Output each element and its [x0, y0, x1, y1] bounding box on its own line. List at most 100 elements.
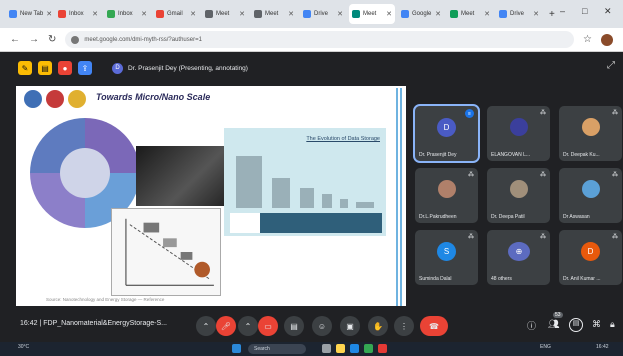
language-indicator[interactable]: ENG — [540, 344, 551, 350]
tab-label: Inbox — [69, 11, 84, 17]
storage-capacity-table — [230, 213, 382, 233]
mic-off-button[interactable]: 🎤︎ — [216, 316, 236, 336]
participant-tile[interactable]: ⊕ ⁂ 48 others — [487, 230, 550, 285]
tab-favicon-icon — [450, 10, 458, 18]
browser-tab[interactable]: Inbox ✕ — [55, 4, 101, 24]
camera-chevron-icon[interactable]: ⌃ — [238, 316, 258, 336]
participant-tile[interactable]: ⁂ Dr.L.Pakrudheen — [415, 168, 478, 223]
meeting-name: FDP_Nanomaterial&EnergyStorage-S... — [43, 320, 167, 327]
participant-photo — [438, 180, 456, 198]
pen-icon[interactable]: ▤ — [38, 61, 52, 75]
muted-mic-icon: ⁂ — [612, 110, 618, 116]
star-icon[interactable]: ☆ — [583, 34, 592, 45]
people-count-badge: 53 — [553, 312, 563, 318]
tab-close-icon[interactable]: ✕ — [190, 10, 196, 18]
captions-button[interactable]: ▤ — [284, 316, 304, 336]
storage-device-1 — [236, 156, 262, 208]
more-options-button[interactable]: ⋮ — [394, 316, 414, 336]
edge-icon[interactable] — [350, 344, 359, 353]
explorer-icon[interactable] — [336, 344, 345, 353]
participant-name: Dr. Prasenjit Dey — [419, 152, 457, 158]
meeting-time: 16:42 — [20, 320, 38, 327]
tab-favicon-icon — [58, 10, 66, 18]
reload-icon[interactable]: ↻ — [48, 34, 56, 45]
browser-tab[interactable]: Google ✕ — [398, 4, 444, 24]
shared-slide: Towards Micro/Nano Scale The Evolution o… — [16, 86, 406, 306]
slide-footer: Source: Nanotechnology and Energy Storag… — [46, 297, 165, 302]
browser-tab[interactable]: Meet ✕ — [251, 4, 297, 24]
participant-name: Suminda Dalal — [419, 276, 452, 282]
meeting-separator: | — [39, 320, 42, 327]
browser-tab[interactable]: Gmail ✕ — [153, 4, 199, 24]
forward-icon[interactable]: → — [29, 34, 39, 45]
muted-mic-icon: ⁂ — [540, 172, 546, 178]
new-tab-button[interactable]: + — [549, 9, 555, 20]
tab-favicon-icon — [205, 10, 213, 18]
maximize-button[interactable]: □ — [582, 6, 587, 16]
chrome-icon[interactable] — [364, 344, 373, 353]
captions-chevron-icon[interactable]: ⌃ — [196, 316, 216, 336]
back-icon[interactable]: ← — [10, 34, 20, 45]
browser-tab[interactable]: Meet ✕ — [349, 4, 395, 24]
browser-tab[interactable]: Drive ✕ — [496, 4, 542, 24]
weather-widget[interactable]: 30°C — [18, 344, 29, 350]
tab-label: Gmail — [167, 11, 183, 17]
tab-close-icon[interactable]: ✕ — [141, 10, 147, 18]
fullscreen-icon[interactable]: ⤢ — [607, 60, 615, 71]
miniaturization-graph — [111, 208, 221, 296]
start-icon[interactable] — [232, 344, 241, 353]
participant-tile[interactable]: ⁂ ELANGOVAN L... — [487, 106, 550, 161]
browser-tab[interactable]: Meet ✕ — [447, 4, 493, 24]
taskbar-search[interactable]: Search — [248, 344, 306, 354]
participant-avatar: S — [437, 242, 456, 261]
site-info-icon[interactable] — [71, 35, 80, 44]
share-icon[interactable]: ⇪ — [78, 61, 92, 75]
tab-close-icon[interactable]: ✕ — [239, 10, 245, 18]
participant-name: Dr. Deepa Patil — [491, 214, 525, 220]
storage-device-5 — [340, 199, 348, 208]
profile-avatar[interactable] — [601, 33, 613, 46]
minimize-button[interactable]: – — [560, 6, 565, 16]
tab-close-icon[interactable]: ✕ — [288, 10, 294, 18]
participant-tile[interactable]: ⁂ Dr. Deepak Ku... — [559, 106, 622, 161]
people-icon[interactable]: 👥︎ — [548, 319, 559, 330]
tab-close-icon[interactable]: ✕ — [533, 10, 539, 18]
tab-label: Inbox — [118, 11, 133, 17]
participant-name: ELANGOVAN L... — [491, 152, 531, 158]
record-icon[interactable]: ● — [58, 61, 72, 75]
browser-tab[interactable]: Drive ✕ — [300, 4, 346, 24]
tab-close-icon[interactable]: ✕ — [46, 10, 52, 18]
participant-tile[interactable]: D ≡ Dr. Prasenjit Dey — [413, 104, 480, 163]
browser-tab[interactable]: Meet ✕ — [202, 4, 248, 24]
browser-tab[interactable]: New Tab ✕ — [6, 4, 52, 24]
taskview-icon[interactable] — [322, 344, 331, 353]
taskbar-clock[interactable]: 16:42 — [596, 344, 609, 350]
participant-tile[interactable]: ⁂ Dr Aswasan — [559, 168, 622, 223]
participant-tile[interactable]: S ⁂ Suminda Dalal — [415, 230, 478, 285]
logo-1-icon — [24, 90, 42, 108]
participant-tile[interactable]: ⁂ Dr. Deepa Patil — [487, 168, 550, 223]
close-window-button[interactable]: ✕ — [604, 6, 612, 17]
camera-off-button[interactable]: ▭ — [258, 316, 278, 336]
tab-close-icon[interactable]: ✕ — [92, 10, 98, 18]
info-icon[interactable]: ⓘ — [527, 319, 536, 332]
tab-close-icon[interactable]: ✕ — [337, 10, 343, 18]
annotate-icon[interactable]: ✎ — [18, 61, 32, 75]
leave-call-button[interactable]: ☎ — [420, 316, 448, 336]
tab-close-icon[interactable]: ✕ — [484, 10, 490, 18]
tab-close-icon[interactable]: ✕ — [386, 10, 392, 18]
url-input[interactable]: meet.google.com/dmi-myth-rss/?authuser=1 — [65, 31, 575, 48]
emoji-button[interactable]: ☺ — [312, 316, 332, 336]
participant-tile[interactable]: D ⁂ Dr. Anil Kumar ... — [559, 230, 622, 285]
browser-tab[interactable]: Inbox ✕ — [104, 4, 150, 24]
raise-hand-button[interactable]: ✋ — [368, 316, 388, 336]
activities-icon[interactable]: ⌘ — [592, 319, 601, 330]
chat-icon[interactable]: ▤ — [569, 318, 583, 332]
tab-label: Drive — [510, 11, 525, 17]
presenting-indicator: D Dr. Prasenjit Dey (Presenting, annotat… — [112, 62, 248, 74]
participant-name: Dr Aswasan — [563, 214, 590, 220]
tab-close-icon[interactable]: ✕ — [435, 10, 441, 18]
lock-icon[interactable]: 🔒︎ — [610, 319, 615, 330]
present-button[interactable]: ▣ — [340, 316, 360, 336]
app-icon[interactable] — [378, 344, 387, 353]
